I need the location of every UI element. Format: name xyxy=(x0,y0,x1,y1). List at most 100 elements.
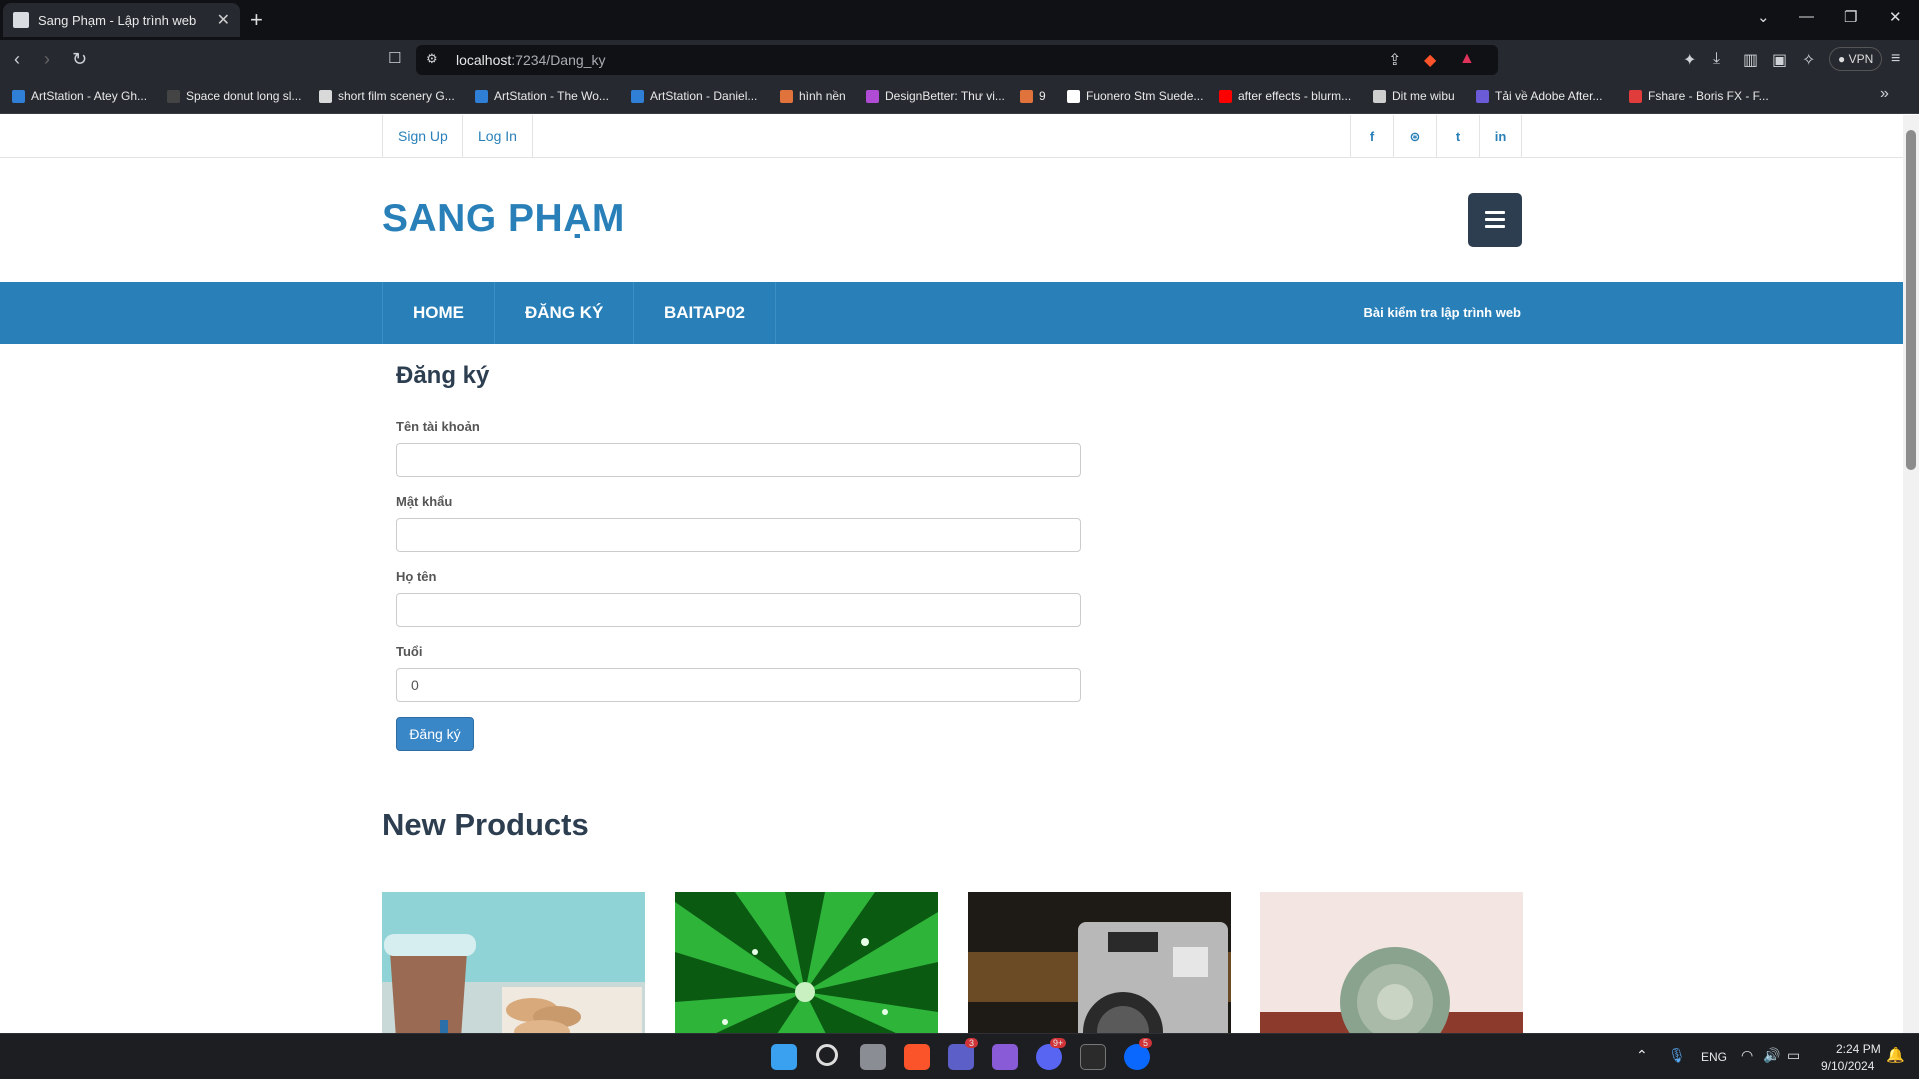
minimize-icon[interactable]: — xyxy=(1799,8,1814,25)
bookmark-item[interactable]: after effects - blurm... xyxy=(1219,89,1351,103)
bookmark-item[interactable]: ArtStation - Atey Gh... xyxy=(12,89,147,103)
task-view-icon[interactable] xyxy=(860,1044,886,1070)
nav-dang-ky[interactable]: ĐĂNG KÝ xyxy=(494,282,633,344)
tab-list-icon[interactable]: ⌄ xyxy=(1757,8,1770,26)
signup-link[interactable]: Sign Up xyxy=(382,115,463,158)
menu-icon[interactable]: ≡ xyxy=(1891,50,1900,68)
form-title: Đăng ký xyxy=(396,362,490,389)
url-text[interactable]: localhost:7234/Dang_ky xyxy=(456,52,605,68)
product-image-leaf[interactable] xyxy=(675,892,938,1033)
discord-badge: 9+ xyxy=(1050,1038,1067,1048)
bookmark-item[interactable]: DesignBetter: Thư vi... xyxy=(866,89,1005,103)
close-tab-icon[interactable]: ✕ xyxy=(217,10,230,30)
bookmark-favicon-icon xyxy=(1629,89,1642,103)
site-info-icon[interactable]: ⚙ xyxy=(426,51,438,67)
nav-baitap02[interactable]: BAITAP02 xyxy=(633,282,776,344)
battery-icon[interactable]: ▭ xyxy=(1787,1047,1800,1064)
bookmark-label: short film scenery G... xyxy=(338,89,455,103)
bookmark-item[interactable]: 9 xyxy=(1020,89,1046,103)
nav-home[interactable]: HOME xyxy=(382,282,494,344)
more-bookmarks-icon[interactable]: » xyxy=(1880,85,1889,103)
fullname-label: Họ tên xyxy=(396,569,437,584)
brave-browser-icon[interactable] xyxy=(904,1044,930,1070)
close-window-icon[interactable]: ✕ xyxy=(1889,8,1902,26)
clock-date[interactable]: 9/10/2024 xyxy=(1821,1059,1874,1073)
username-label: Tên tài khoản xyxy=(396,419,480,434)
bookmark-label: Dit me wibu xyxy=(1392,89,1455,103)
bookmark-item[interactable]: ArtStation - Daniel... xyxy=(631,89,757,103)
bookmark-item[interactable]: Space donut long sl... xyxy=(167,89,301,103)
sidebar-icon[interactable]: ▥ xyxy=(1743,50,1758,70)
nav-note: Bài kiểm tra lập trình web xyxy=(1363,305,1522,320)
windows-start-icon[interactable] xyxy=(771,1044,797,1070)
bookmark-item[interactable]: Fshare - Boris FX - F... xyxy=(1629,89,1769,103)
search-icon[interactable] xyxy=(816,1044,838,1066)
teams-badge: 3 xyxy=(965,1038,979,1048)
bookmark-label: 9 xyxy=(1039,89,1046,103)
product-image-camera[interactable] xyxy=(968,892,1231,1033)
bookmark-icon[interactable]: ☐ xyxy=(388,49,401,67)
bookmark-item[interactable]: Tải về Adobe After... xyxy=(1476,89,1602,103)
bookmark-item[interactable]: short film scenery G... xyxy=(319,89,455,103)
dribbble-icon[interactable]: ⊛ xyxy=(1393,115,1436,158)
bookmark-item[interactable]: ArtStation - The Wo... xyxy=(475,89,609,103)
site-logo[interactable]: SANG PHẠM xyxy=(382,197,625,241)
bookmark-favicon-icon xyxy=(12,89,25,103)
main-nav: HOME ĐĂNG KÝ BAITAP02 Bài kiểm tra lập t… xyxy=(0,282,1903,344)
restore-icon[interactable]: ❐ xyxy=(1844,8,1857,26)
fullname-input[interactable] xyxy=(396,593,1081,627)
browser-tab[interactable]: Sang Phạm - Lập trình web ✕ xyxy=(3,3,240,37)
brave-shields-icon[interactable]: ◆ xyxy=(1424,50,1436,70)
page-favicon-icon xyxy=(13,12,29,28)
new-tab-icon[interactable]: + xyxy=(250,7,263,33)
product-image-cactus[interactable] xyxy=(1260,892,1523,1033)
bookmark-favicon-icon xyxy=(319,89,332,103)
volume-icon[interactable]: 🔊 xyxy=(1763,1047,1780,1064)
linkedin-icon[interactable]: in xyxy=(1479,115,1522,158)
bookmark-item[interactable]: Fuonero Stm Suede... xyxy=(1067,89,1203,103)
microphone-icon[interactable]: 🎙 xyxy=(1668,1047,1686,1064)
bookmark-label: Fuonero Stm Suede... xyxy=(1086,89,1204,103)
bookmark-favicon-icon xyxy=(167,89,180,103)
bookmark-label: ArtStation - Daniel... xyxy=(650,89,758,103)
product-image-coffee[interactable] xyxy=(382,892,645,1033)
tray-overflow-icon[interactable]: ⌃ xyxy=(1636,1047,1648,1064)
visual-studio-icon[interactable] xyxy=(992,1044,1018,1070)
tab-title: Sang Phạm - Lập trình web xyxy=(38,12,197,28)
bookmark-favicon-icon xyxy=(866,89,879,103)
bookmark-label: Space donut long sl... xyxy=(186,89,302,103)
forward-icon[interactable]: › xyxy=(44,49,50,70)
age-label: Tuổi xyxy=(396,644,423,659)
username-input[interactable] xyxy=(396,443,1081,477)
wallet-icon[interactable]: ▣ xyxy=(1772,50,1787,70)
leo-ai-icon[interactable]: ✧ xyxy=(1802,50,1815,70)
downloads-icon[interactable]: ⤓ xyxy=(1713,50,1720,68)
bookmark-label: ArtStation - Atey Gh... xyxy=(31,89,148,103)
language-indicator[interactable]: ENG xyxy=(1701,1050,1727,1064)
register-button[interactable]: Đăng ký xyxy=(396,717,474,751)
bookmark-item[interactable]: Dit me wibu xyxy=(1373,89,1455,103)
vpn-button[interactable]: ● VPN xyxy=(1829,47,1883,71)
age-input[interactable] xyxy=(396,668,1081,702)
terminal-icon[interactable] xyxy=(1080,1044,1106,1070)
wifi-icon[interactable]: ◠ xyxy=(1741,1047,1753,1064)
password-input[interactable] xyxy=(396,518,1081,552)
facebook-icon[interactable]: f xyxy=(1350,115,1393,158)
bookmark-label: hình nền xyxy=(799,89,846,103)
hamburger-menu-button[interactable] xyxy=(1468,193,1522,247)
back-icon[interactable]: ‹ xyxy=(14,49,20,70)
bookmark-favicon-icon xyxy=(631,89,644,103)
extensions-icon[interactable]: ✦ xyxy=(1683,50,1696,70)
notifications-icon[interactable]: 🔔 xyxy=(1886,1046,1905,1064)
twitter-icon[interactable]: t xyxy=(1436,115,1479,158)
reload-icon[interactable]: ↻ xyxy=(72,49,87,70)
bookmark-label: Fshare - Boris FX - F... xyxy=(1648,89,1769,103)
bookmark-item[interactable]: hình nền xyxy=(780,89,846,103)
bookmark-favicon-icon xyxy=(780,89,793,103)
share-icon[interactable]: ⇪ xyxy=(1388,50,1401,70)
password-label: Mật khẩu xyxy=(396,494,453,509)
clock-time[interactable]: 2:24 PM xyxy=(1836,1042,1881,1056)
login-link[interactable]: Log In xyxy=(462,115,533,158)
brave-rewards-icon[interactable]: ▲ xyxy=(1459,50,1475,68)
page-scrollbar-thumb[interactable] xyxy=(1906,130,1916,470)
